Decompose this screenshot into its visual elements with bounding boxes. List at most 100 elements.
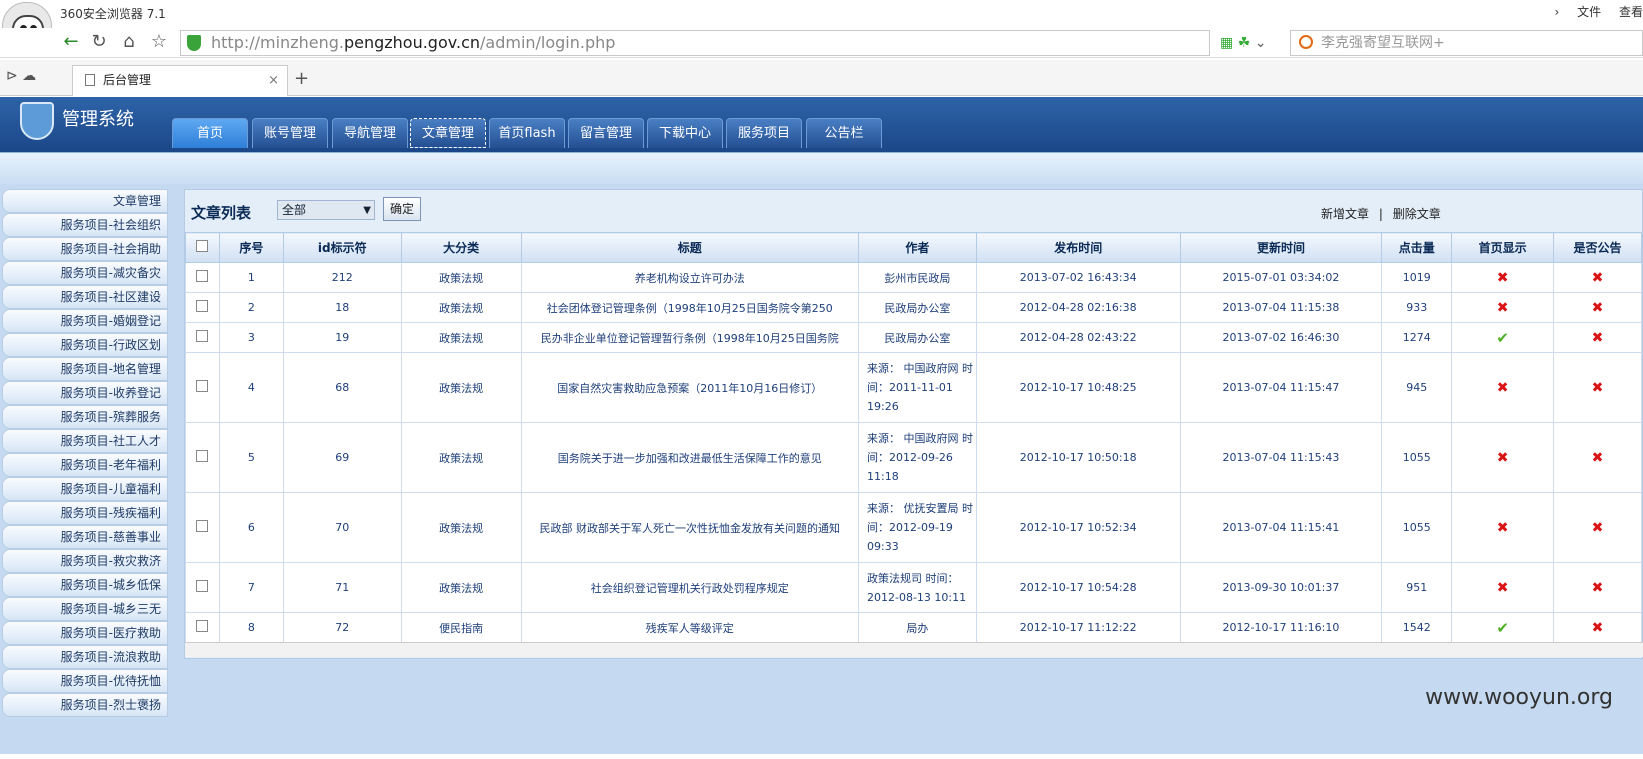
sidebar-item[interactable]: 服务项目-医疗救助 bbox=[2, 621, 168, 645]
nav-tab-2[interactable]: 导航管理 bbox=[332, 118, 408, 148]
browser-navbar: ← ↻ ⌂ ☆ http://minzheng.pengzhou.gov.cn/… bbox=[0, 28, 1643, 58]
sidebar-toggle-icon[interactable]: ⊳ ☁ bbox=[6, 68, 36, 84]
sidebar-item[interactable]: 服务项目-行政区划 bbox=[2, 333, 168, 357]
cross-icon[interactable]: ✖ bbox=[1592, 330, 1604, 346]
sidebar-item[interactable]: 服务项目-优待抚恤 bbox=[2, 669, 168, 693]
cell-home-display: ✔ bbox=[1452, 323, 1554, 353]
sidebar-item[interactable]: 服务项目-减灾备灾 bbox=[2, 261, 168, 285]
refresh-icon[interactable]: ↻ bbox=[88, 32, 110, 54]
nav-tab-8[interactable]: 公告栏 bbox=[806, 118, 882, 148]
sidebar-item[interactable]: 服务项目-地名管理 bbox=[2, 357, 168, 381]
sidebar-item[interactable]: 服务项目-社会组织 bbox=[2, 213, 168, 237]
column-header[interactable]: 作者 bbox=[859, 233, 977, 263]
cross-icon[interactable]: ✖ bbox=[1592, 270, 1604, 286]
cross-icon[interactable]: ✖ bbox=[1592, 300, 1604, 316]
tab-admin[interactable]: 后台管理 × bbox=[72, 65, 288, 96]
horizontal-scrollbar[interactable] bbox=[185, 642, 1643, 657]
sidebar-item[interactable]: 服务项目-慈善事业 bbox=[2, 525, 168, 549]
sidebar-item[interactable]: 服务项目-社区建设 bbox=[2, 285, 168, 309]
check-icon[interactable]: ✔ bbox=[1496, 619, 1509, 637]
cell-title[interactable]: 国务院关于进一步加强和改进最低生活保障工作的意见 bbox=[521, 423, 859, 493]
row-checkbox[interactable] bbox=[196, 380, 208, 392]
search-box[interactable]: 李克强寄望互联网+ bbox=[1290, 30, 1643, 56]
cross-icon[interactable]: ✖ bbox=[1592, 520, 1604, 536]
category-select[interactable]: 全部▼ bbox=[277, 200, 375, 220]
cell-title[interactable]: 养老机构设立许可办法 bbox=[521, 263, 859, 293]
cell-category: 政策法规 bbox=[401, 263, 521, 293]
nav-tab-3[interactable]: 文章管理 bbox=[410, 118, 486, 148]
address-bar[interactable]: http://minzheng.pengzhou.gov.cn/admin/lo… bbox=[180, 30, 1210, 56]
qr-icon[interactable]: ▦ bbox=[1220, 35, 1233, 51]
nav-tab-4[interactable]: 首页flash bbox=[489, 118, 565, 148]
sidebar-item[interactable]: 服务项目-残疾福利 bbox=[2, 501, 168, 525]
cross-icon[interactable]: ✖ bbox=[1592, 580, 1604, 596]
cross-icon[interactable]: ✖ bbox=[1497, 380, 1509, 396]
sidebar-item[interactable]: 服务项目-社工人才 bbox=[2, 429, 168, 453]
sidebar-item[interactable]: 服务项目-烈士褒扬 bbox=[2, 693, 168, 717]
row-checkbox[interactable] bbox=[196, 330, 208, 342]
sidebar-item[interactable]: 服务项目-社会捐助 bbox=[2, 237, 168, 261]
chevron-down-icon[interactable]: ⌄ bbox=[1255, 35, 1267, 51]
cross-icon[interactable]: ✖ bbox=[1497, 580, 1509, 596]
sidebar-item[interactable]: 服务项目-老年福利 bbox=[2, 453, 168, 477]
cell-title[interactable]: 残疾军人等级评定 bbox=[521, 613, 859, 643]
cell-title[interactable]: 社会组织登记管理机关行政处罚程序规定 bbox=[521, 563, 859, 613]
row-checkbox[interactable] bbox=[196, 450, 208, 462]
row-checkbox[interactable] bbox=[196, 270, 208, 282]
sidebar-item[interactable]: 服务项目-儿童福利 bbox=[2, 477, 168, 501]
cross-icon[interactable]: ✖ bbox=[1592, 380, 1604, 396]
row-checkbox[interactable] bbox=[196, 580, 208, 592]
cross-icon[interactable]: ✖ bbox=[1592, 450, 1604, 466]
row-select-cell bbox=[186, 263, 220, 293]
close-icon[interactable]: × bbox=[268, 66, 279, 95]
sidebar-item[interactable]: 服务项目-救灾救济 bbox=[2, 549, 168, 573]
menu-file[interactable]: 文件 bbox=[1577, 5, 1601, 19]
column-header[interactable]: 标题 bbox=[521, 233, 859, 263]
cross-icon[interactable]: ✖ bbox=[1497, 520, 1509, 536]
cell-title[interactable]: 社会团体登记管理条例（1998年10月25日国务院令第250 bbox=[521, 293, 859, 323]
cross-icon[interactable]: ✖ bbox=[1592, 620, 1604, 636]
add-article-link[interactable]: 新增文章 bbox=[1321, 207, 1369, 221]
column-header[interactable]: 是否公告 bbox=[1554, 233, 1642, 263]
sidebar-item[interactable]: 服务项目-殡葬服务 bbox=[2, 405, 168, 429]
cross-icon[interactable]: ✖ bbox=[1497, 300, 1509, 316]
chevron-right-icon[interactable]: › bbox=[1555, 5, 1560, 19]
row-checkbox[interactable] bbox=[196, 520, 208, 532]
cell-title[interactable]: 民政部 财政部关于军人死亡一次性抚恤金发放有关问题的通知 bbox=[521, 493, 859, 563]
column-header[interactable]: id标示符 bbox=[283, 233, 401, 263]
cross-icon[interactable]: ✖ bbox=[1497, 450, 1509, 466]
sidebar-item[interactable]: 服务项目-城乡低保 bbox=[2, 573, 168, 597]
new-tab-button[interactable]: + bbox=[294, 68, 309, 89]
delete-article-link[interactable]: 删除文章 bbox=[1393, 207, 1441, 221]
column-header[interactable]: 首页显示 bbox=[1452, 233, 1554, 263]
sidebar-item[interactable]: 服务项目-收养登记 bbox=[2, 381, 168, 405]
nav-tab-6[interactable]: 下载中心 bbox=[647, 118, 723, 148]
leaf-icon[interactable]: ☘ bbox=[1238, 35, 1251, 51]
column-header[interactable]: 大分类 bbox=[401, 233, 521, 263]
nav-tab-1[interactable]: 账号管理 bbox=[252, 118, 328, 148]
cell-title[interactable]: 民办非企业单位登记管理暂行条例（1998年10月25日国务院 bbox=[521, 323, 859, 353]
column-header[interactable]: 点击量 bbox=[1382, 233, 1452, 263]
nav-tab-7[interactable]: 服务项目 bbox=[726, 118, 802, 148]
row-checkbox[interactable] bbox=[196, 300, 208, 312]
check-icon[interactable]: ✔ bbox=[1496, 329, 1509, 347]
home-icon[interactable]: ⌂ bbox=[118, 32, 140, 54]
column-header[interactable]: 更新时间 bbox=[1180, 233, 1382, 263]
sidebar-item[interactable]: 服务项目-婚姻登记 bbox=[2, 309, 168, 333]
sidebar-item[interactable]: 服务项目-流浪救助 bbox=[2, 645, 168, 669]
column-header[interactable]: 序号 bbox=[219, 233, 283, 263]
column-header[interactable]: 发布时间 bbox=[976, 233, 1180, 263]
nav-tab-5[interactable]: 留言管理 bbox=[568, 118, 644, 148]
star-icon[interactable]: ☆ bbox=[148, 32, 170, 54]
select-all-checkbox[interactable] bbox=[196, 240, 208, 252]
cross-icon[interactable]: ✖ bbox=[1497, 270, 1509, 286]
sidebar-item[interactable]: 服务项目-城乡三无 bbox=[2, 597, 168, 621]
back-icon[interactable]: ← bbox=[60, 32, 82, 54]
menu-view[interactable]: 查看 bbox=[1619, 5, 1643, 19]
address-tools[interactable]: ▦ ☘ ⌄ bbox=[1220, 35, 1266, 51]
row-checkbox[interactable] bbox=[196, 620, 208, 632]
cell-title[interactable]: 国家自然灾害救助应急预案（2011年10月16日修订） bbox=[521, 353, 859, 423]
nav-tab-0[interactable]: 首页 bbox=[172, 118, 248, 148]
sidebar-item[interactable]: 文章管理 bbox=[2, 189, 168, 213]
confirm-button[interactable]: 确定 bbox=[383, 197, 421, 221]
